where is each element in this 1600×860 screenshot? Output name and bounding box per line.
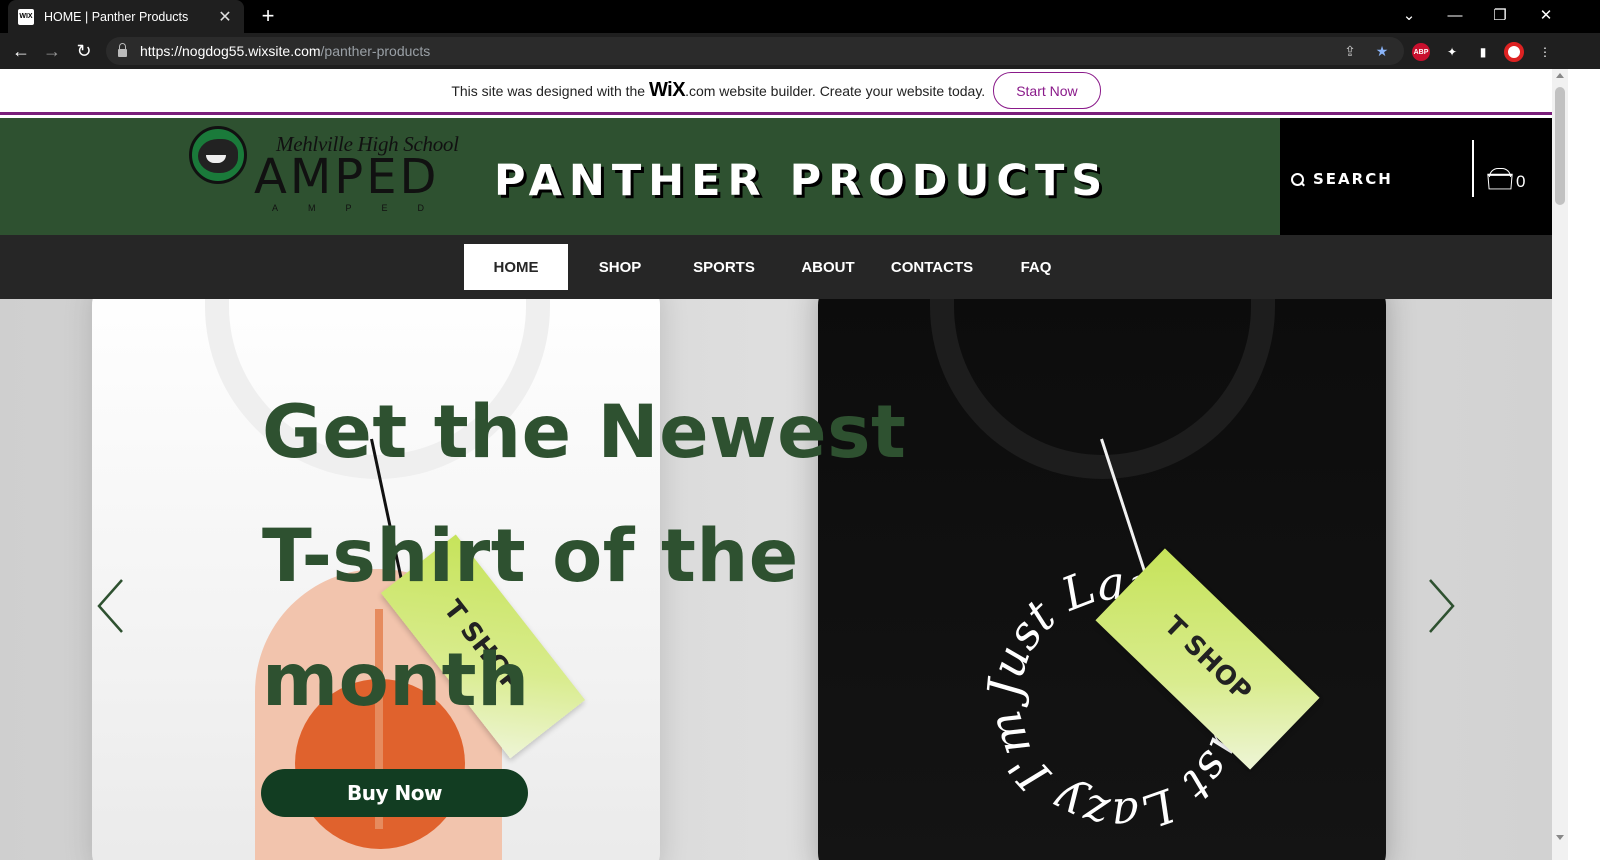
url-path: /panther-products <box>320 43 431 59</box>
logo-amped-subtext: AMPED <box>272 203 455 213</box>
wix-logo: WiX <box>648 79 686 101</box>
cart-button[interactable]: 0 <box>1485 168 1525 192</box>
more-menu-icon[interactable]: ⋮ <box>1535 42 1555 62</box>
url-host: https://nogdog55.wixsite.com <box>140 43 321 59</box>
hero-headline: Get the Newest T-shirt of the month <box>262 390 907 723</box>
forward-arrow-icon[interactable]: → <box>40 39 64 63</box>
address-bar[interactable]: https://nogdog55.wixsite.com /panther-pr… <box>106 37 1404 65</box>
cart-divider <box>1472 140 1474 197</box>
wix-favicon-icon: WIX <box>18 8 34 25</box>
browser-tab[interactable]: WIX HOME | Panther Products ✕ <box>8 0 244 33</box>
adblock-extension-icon[interactable]: ABP <box>1411 42 1431 62</box>
page-scrollbar[interactable] <box>1552 69 1568 860</box>
new-tab-button[interactable]: + <box>256 4 280 28</box>
search-button[interactable]: SEARCH <box>1290 170 1393 188</box>
nav-item-contacts[interactable]: CONTACTS <box>880 244 984 290</box>
scroll-down-arrow-icon[interactable] <box>1556 835 1564 840</box>
nav-item-home[interactable]: HOME <box>464 244 568 290</box>
minimize-icon[interactable]: — <box>1432 0 1478 30</box>
wix-promo-banner: This site was designed with the WiX.com … <box>0 69 1552 115</box>
scroll-up-arrow-icon[interactable] <box>1556 73 1564 78</box>
restore-icon[interactable]: ❐ <box>1477 0 1523 30</box>
buy-now-button[interactable]: Buy Now <box>261 769 528 817</box>
window-close-icon[interactable]: ✕ <box>1523 0 1569 30</box>
nav-item-about[interactable]: ABOUT <box>776 244 880 290</box>
reload-icon[interactable]: ↻ <box>72 39 96 63</box>
scroll-thumb[interactable] <box>1555 87 1565 205</box>
site-title[interactable]: PANTHER PRODUCTS <box>494 156 1109 206</box>
shopping-basket-icon <box>1485 168 1513 192</box>
nav-item-shop[interactable]: SHOP <box>568 244 672 290</box>
cart-count: 0 <box>1516 172 1526 191</box>
nav-item-sports[interactable]: SPORTS <box>672 244 776 290</box>
start-now-button[interactable]: Start Now <box>993 72 1101 109</box>
share-icon[interactable]: ⇪ <box>1342 43 1358 59</box>
slide-next-arrow-icon[interactable] <box>1426 578 1456 634</box>
side-panel-icon[interactable]: ▮ <box>1473 42 1493 62</box>
search-label: SEARCH <box>1313 170 1393 188</box>
logo-amped[interactable]: AMPED <box>254 150 439 204</box>
search-icon <box>1290 172 1305 187</box>
slide-prev-arrow-icon[interactable] <box>96 578 126 634</box>
browser-tab-strip: WIX HOME | Panther Products ✕ + ⌄ — ❐ ✕ <box>0 0 1600 33</box>
tab-title: HOME | Panther Products <box>44 9 189 24</box>
nav-item-faq[interactable]: FAQ <box>984 244 1088 290</box>
browser-toolbar: ← → ↻ https://nogdog55.wixsite.com /pant… <box>0 33 1600 69</box>
chevron-down-icon[interactable]: ⌄ <box>1386 0 1432 30</box>
tab-close-icon[interactable]: ✕ <box>216 7 234 27</box>
bookmark-star-icon[interactable]: ★ <box>1374 43 1390 59</box>
lock-icon <box>118 43 127 57</box>
profile-avatar-icon[interactable] <box>1504 42 1524 62</box>
wix-banner-text: This site was designed with the WiX.com … <box>451 79 986 101</box>
back-arrow-icon[interactable]: ← <box>9 39 33 63</box>
panther-logo-icon[interactable] <box>189 126 247 184</box>
puzzle-extensions-icon[interactable]: ✦ <box>1442 42 1462 62</box>
